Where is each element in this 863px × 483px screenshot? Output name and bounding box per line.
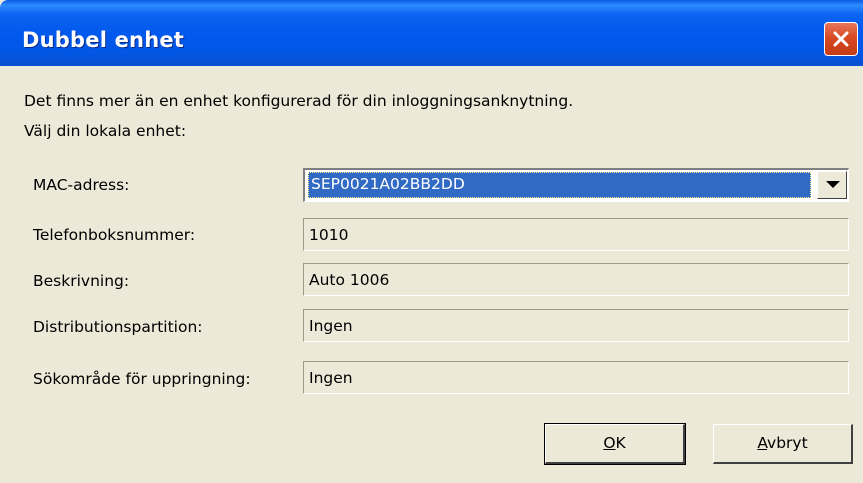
dropdown-arrow-button[interactable] [817,171,847,199]
phone-value: 1010 [309,226,349,244]
message-line-1: Det finns mer än en enhet konfigurerad f… [24,92,574,110]
mac-label: MAC-adress: [33,176,130,194]
dropdown-arrow-icon [826,181,840,188]
mac-selected-value: SEP0021A02BB2DD [308,172,811,198]
distribution-value: Ingen [309,317,353,335]
search-value: Ingen [309,369,353,387]
cancel-accelerator: A [757,434,768,452]
close-icon [833,31,849,47]
cancel-button[interactable]: Avbryt [713,424,853,464]
mac-dropdown[interactable]: SEP0021A02BB2DD [303,168,849,202]
title-bar[interactable]: Dubbel enhet [0,0,863,66]
ok-label-rest: K [615,434,626,452]
distribution-field: Ingen [303,309,849,342]
description-label: Beskrivning: [33,272,130,290]
search-label: Sökområde för uppringning: [33,370,251,388]
ok-button[interactable]: OK [544,423,686,465]
description-field: Auto 1006 [303,263,849,296]
close-button[interactable] [824,22,858,56]
phone-field: 1010 [303,218,849,251]
search-field: Ingen [303,361,849,394]
dialog-window: Dubbel enhet Det finns mer än en enhet k… [0,0,863,483]
mac-value: SEP0021A02BB2DD [311,175,465,193]
message-line-2: Välj din lokala enhet: [24,122,187,140]
window-title: Dubbel enhet [22,28,185,52]
description-value: Auto 1006 [309,271,390,289]
distribution-label: Distributionspartition: [33,318,203,336]
ok-accelerator: O [603,434,616,452]
phone-label: Telefonboksnummer: [33,226,196,244]
cancel-label-rest: vbryt [767,434,808,452]
